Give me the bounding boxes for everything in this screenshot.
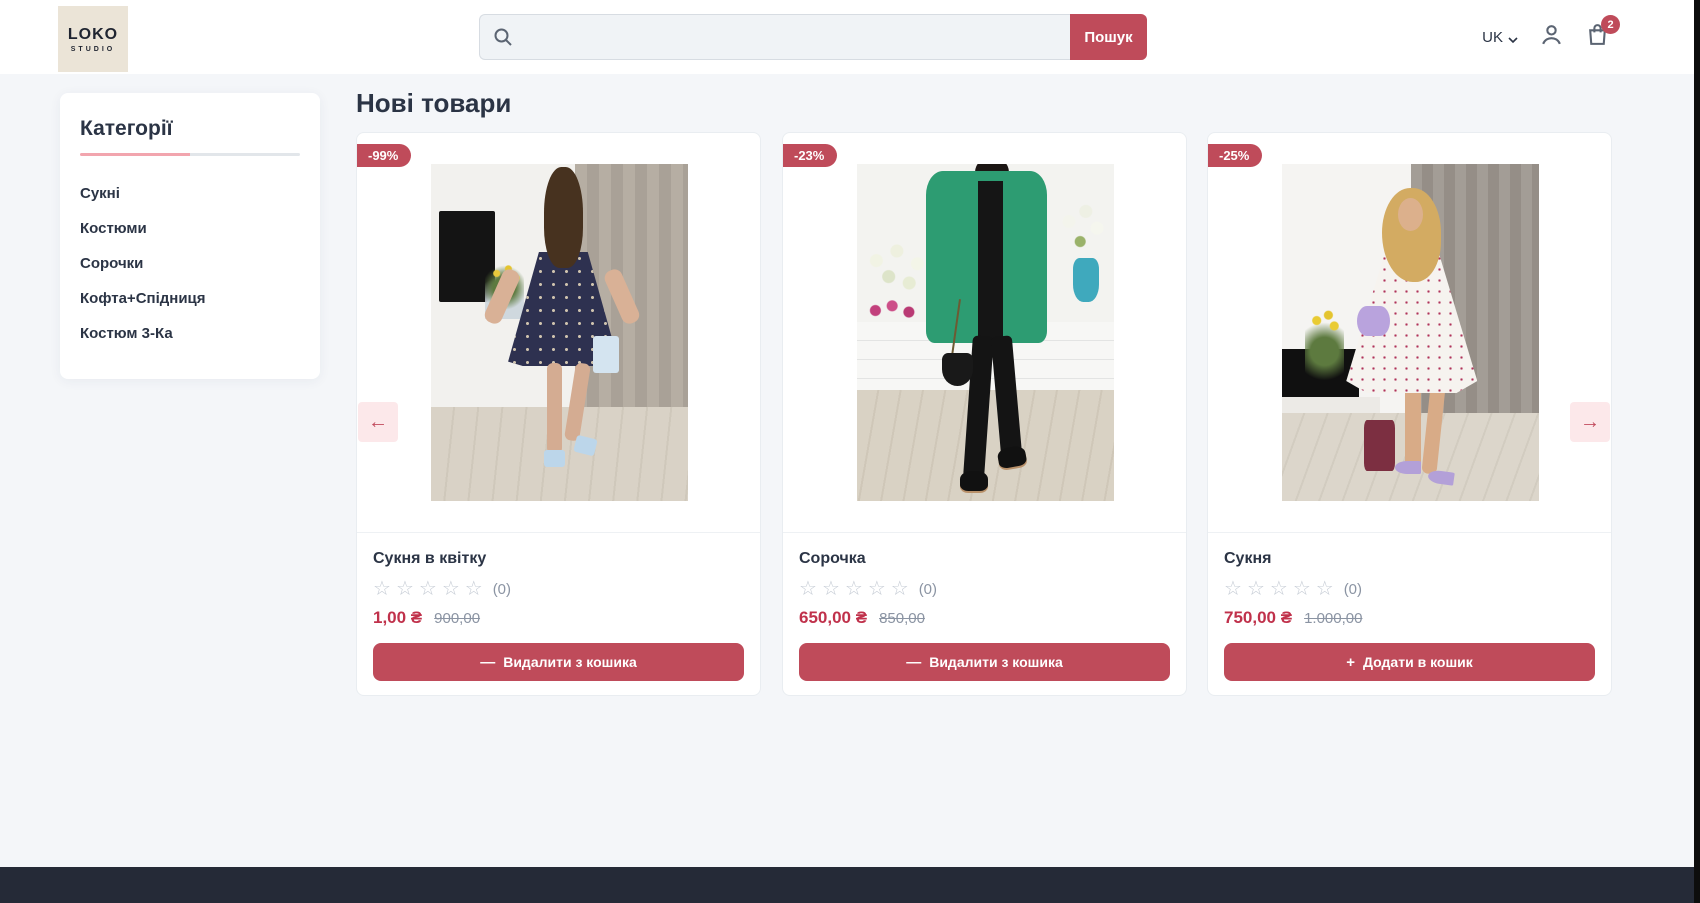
rating-count: (0) [1344,581,1362,598]
language-selector[interactable]: UK [1482,29,1518,46]
product-card[interactable]: -99% Сукня в квітку ☆ ☆ ☆ ☆ ☆ [356,132,761,696]
star-icon: ☆ [465,579,483,599]
button-label: Видалити з кошика [929,654,1063,670]
discount-badge: -23% [783,144,837,167]
price-row: 650,00 ₴ 850,00 [799,608,1170,628]
account-button[interactable] [1538,24,1564,50]
arrow-left-icon: ← [368,411,388,434]
product-media: -23% [783,133,1186,532]
minus-icon: — [480,654,495,671]
current-price: 1,00 ₴ [373,608,422,628]
price-row: 750,00 ₴ 1.000,00 [1224,608,1595,628]
remove-from-cart-button[interactable]: — Видалити з кошика [373,643,744,681]
discount-badge: -99% [357,144,411,167]
remove-from-cart-button[interactable]: — Видалити з кошика [799,643,1170,681]
page: LOKO STUDIO Пошук UK [0,0,1700,903]
product-image[interactable] [857,164,1114,501]
old-price: 900,00 [434,610,480,627]
product-image[interactable] [431,164,688,501]
star-icon: ☆ [1316,579,1334,599]
star-icon: ☆ [1270,579,1288,599]
rating: ☆ ☆ ☆ ☆ ☆ (0) [799,579,1170,599]
star-icon: ☆ [845,579,863,599]
main-content: Категорії Сукні Костюми Сорочки Кофта+Сп… [0,74,1700,867]
star-icon: ☆ [442,579,460,599]
user-icon [1539,22,1564,52]
button-label: Видалити з кошика [503,654,637,670]
sidebar-item-shirts[interactable]: Сорочки [80,246,300,281]
categories-divider [80,153,300,156]
star-icon: ☆ [1224,579,1242,599]
logo[interactable]: LOKO STUDIO [58,6,128,72]
rating-count: (0) [493,581,511,598]
price-row: 1,00 ₴ 900,00 [373,608,744,628]
footer [0,867,1700,903]
language-label: UK [1482,29,1503,46]
product-image[interactable] [1282,164,1539,501]
minus-icon: — [906,654,921,671]
add-to-cart-button[interactable]: + Додати в кошик [1224,643,1595,681]
star-icon: ☆ [1247,579,1265,599]
sidebar-item-suits[interactable]: Костюми [80,211,300,246]
product-media: -99% [357,133,760,532]
rating: ☆ ☆ ☆ ☆ ☆ (0) [1224,579,1595,599]
sidebar-item-suit-3pc[interactable]: Костюм 3-Ка [80,316,300,351]
header: LOKO STUDIO Пошук UK [0,0,1700,74]
star-icon: ☆ [799,579,817,599]
header-actions: UK 2 [1482,0,1610,74]
rating: ☆ ☆ ☆ ☆ ☆ (0) [373,579,744,599]
sidebar-item-top-skirt[interactable]: Кофта+Спідниця [80,281,300,316]
cart-button[interactable]: 2 [1584,24,1610,50]
page-title: Нові товари [356,88,511,119]
star-icon: ☆ [1293,579,1311,599]
scrollbar[interactable] [1694,0,1700,903]
carousel-next-button[interactable]: → [1570,402,1610,442]
categories-title: Категорії [80,117,300,141]
product-media: -25% [1208,133,1611,532]
search-bar: Пошук [479,14,1147,60]
star-icon: ☆ [822,579,840,599]
search-input[interactable] [479,14,1070,60]
star-icon: ☆ [396,579,414,599]
categories-panel: Категорії Сукні Костюми Сорочки Кофта+Сп… [60,93,320,379]
product-name[interactable]: Сукня в квітку [373,550,744,568]
button-label: Додати в кошик [1363,654,1473,670]
rating-count: (0) [919,581,937,598]
plus-icon: + [1346,654,1355,671]
arrow-right-icon: → [1580,411,1600,434]
current-price: 650,00 ₴ [799,608,867,628]
current-price: 750,00 ₴ [1224,608,1292,628]
logo-subtext: STUDIO [71,46,115,53]
product-card[interactable]: -25% Сукня ☆ ☆ ☆ ☆ ☆ [1207,132,1612,696]
search-button[interactable]: Пошук [1070,14,1147,60]
star-icon: ☆ [891,579,909,599]
old-price: 850,00 [879,610,925,627]
cart-count-badge: 2 [1601,15,1620,34]
product-name[interactable]: Сукня [1224,550,1595,568]
product-info: Сорочка ☆ ☆ ☆ ☆ ☆ (0) 650,00 ₴ 850,00 — … [783,532,1186,697]
logo-text: LOKO [68,26,118,44]
product-card[interactable]: -23% Сорочка ☆ ☆ ☆ ☆ ☆ (0 [782,132,1187,696]
product-name[interactable]: Сорочка [799,550,1170,568]
chevron-down-icon [1508,32,1518,42]
product-info: Сукня в квітку ☆ ☆ ☆ ☆ ☆ (0) 1,00 ₴ 900,… [357,532,760,697]
star-icon: ☆ [419,579,437,599]
carousel-prev-button[interactable]: ← [358,402,398,442]
discount-badge: -25% [1208,144,1262,167]
product-info: Сукня ☆ ☆ ☆ ☆ ☆ (0) 750,00 ₴ 1.000,00 + … [1208,532,1611,697]
star-icon: ☆ [373,579,391,599]
star-icon: ☆ [868,579,886,599]
old-price: 1.000,00 [1304,610,1362,627]
sidebar-item-dresses[interactable]: Сукні [80,176,300,211]
